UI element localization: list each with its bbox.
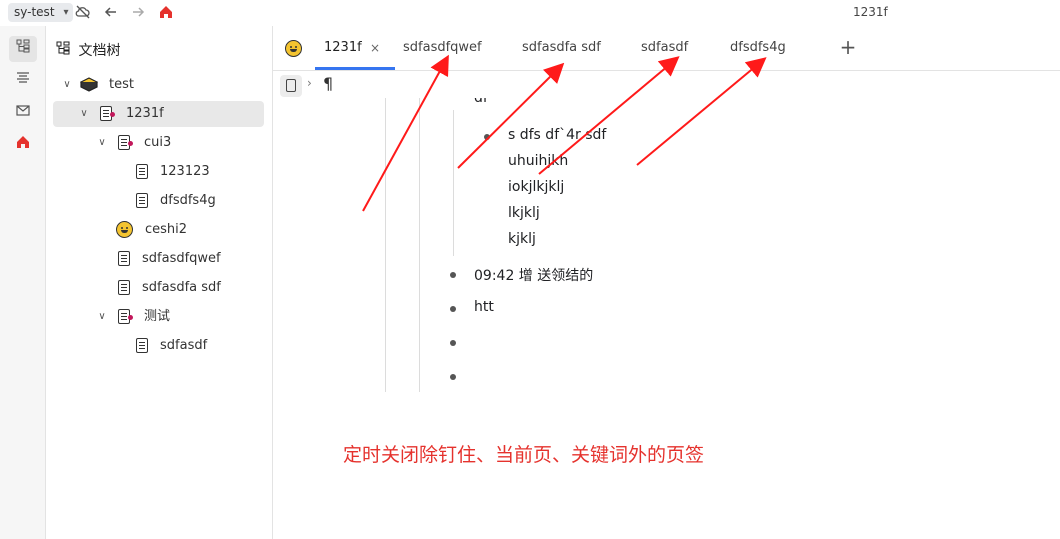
workspace-select[interactable]: sy-test ▾ (8, 3, 73, 22)
tree-item-doc[interactable]: ∨ cui3 (52, 130, 266, 156)
list-bullet[interactable] (450, 272, 456, 278)
tree-item-doc[interactable]: ceshi2 (52, 217, 266, 243)
tree-item-label: sdfasdfa sdf (142, 280, 221, 295)
document-icon (136, 338, 148, 353)
breadcrumb-separator: › (307, 76, 312, 90)
home-dock-icon[interactable] (9, 132, 37, 158)
list-bullet[interactable] (484, 134, 490, 140)
list-item-text[interactable]: htt (474, 299, 494, 315)
document-icon (118, 280, 130, 295)
document-icon (136, 193, 148, 208)
tree-item-label: sdfasdf (160, 338, 208, 353)
document-icon (118, 135, 133, 150)
chevron-down-icon[interactable]: ∨ (95, 304, 109, 330)
tree-item-doc[interactable]: sdfasdfqwef (52, 246, 266, 272)
document-icon (286, 79, 296, 92)
smiley-emoji-icon (285, 40, 302, 57)
tree-item-label: 1231f (126, 106, 164, 121)
home-icon[interactable] (157, 4, 175, 22)
tab-label: dfsdfs4g (730, 40, 786, 55)
tab-sdfasdfqwef[interactable]: sdfasdfqwef (403, 26, 482, 70)
list-item-text[interactable]: 09:42 增 送领结的 (474, 265, 593, 285)
tree-item-label: test (109, 77, 134, 92)
tab-label: sdfasdfqwef (403, 40, 482, 55)
tree-item-label: 123123 (160, 164, 210, 179)
list-guide-line (453, 110, 454, 256)
document-icon (118, 309, 133, 324)
tree-item-doc[interactable]: 123123 (52, 159, 266, 185)
file-tree-header: 文档树 (56, 40, 120, 60)
file-tree-panel: 文档树 ∨ test ∨ 1231f ∨ cui3 123123 dfsdfs4… (46, 26, 273, 539)
chevron-down-icon: ▾ (63, 7, 69, 18)
tree-item-label: 测试 (144, 309, 171, 324)
list-item-text[interactable]: kjklj (508, 231, 536, 247)
breadcrumb-block[interactable]: ¶ (323, 74, 333, 93)
close-icon[interactable]: × (370, 26, 380, 70)
tab-bar: 1231f × sdfasdfqwef sdfasdfa sdf sdfasdf… (273, 26, 1060, 71)
tree-item-doc-selected[interactable]: ∨ 1231f (53, 101, 264, 127)
tree-item-label: cui3 (144, 135, 172, 150)
notebook-icon (79, 76, 99, 92)
smiley-emoji-icon (116, 221, 133, 238)
tree-item-doc[interactable]: sdfasdf (52, 333, 266, 359)
forward-arrow-icon[interactable] (129, 4, 147, 22)
list-guide-line (385, 98, 386, 392)
inbox-dock-icon[interactable] (9, 100, 37, 126)
top-bar: sy-test ▾ 1231f (0, 0, 1060, 27)
list-bullet[interactable] (450, 306, 456, 312)
chevron-down-icon[interactable]: ∨ (77, 101, 91, 127)
tab-label: 1231f (324, 40, 362, 55)
tab-sdfasdfa-sdf[interactable]: sdfasdfa sdf (522, 26, 601, 70)
breadcrumb-doc-button[interactable] (280, 75, 302, 97)
editor-content[interactable]: df s dfs df`4r sdf uhuihjkh iokjlkjklj l… (273, 98, 1060, 539)
list-bullet[interactable] (450, 374, 456, 380)
tree-item-notebook[interactable]: ∨ test (52, 72, 266, 98)
tree-item-label: ceshi2 (145, 222, 188, 237)
file-tree-title: 文档树 (78, 43, 121, 59)
left-dock (0, 26, 46, 539)
cloud-off-icon[interactable] (74, 4, 92, 22)
document-icon (100, 106, 115, 121)
workspace-name: sy-test (14, 5, 55, 19)
tree-item-label: dfsdfs4g (160, 193, 216, 208)
list-bullet[interactable] (450, 340, 456, 346)
tree-item-label: sdfasdfqwef (142, 251, 221, 266)
chevron-down-icon[interactable]: ∨ (60, 72, 74, 98)
tree-item-doc[interactable]: ∨ 测试 (52, 304, 266, 330)
document-icon (118, 251, 130, 266)
list-item-text[interactable]: iokjlkjklj (508, 179, 564, 195)
back-arrow-icon[interactable] (102, 4, 120, 22)
outline-dock-icon[interactable] (9, 68, 37, 94)
add-tab-button[interactable]: + (837, 36, 859, 58)
list-item-text[interactable]: s dfs df`4r sdf (508, 127, 606, 143)
active-tab-indicator (315, 67, 395, 70)
tab-label: sdfasdf (641, 40, 689, 55)
list-item-text[interactable]: lkjklj (508, 205, 540, 221)
tab-label: sdfasdfa sdf (522, 40, 601, 55)
tab-sdfasdf[interactable]: sdfasdf (641, 26, 688, 70)
list-item-text[interactable]: df (474, 98, 488, 106)
file-tree-dock-icon[interactable] (9, 36, 37, 62)
tab-dfsdfs4g[interactable]: dfsdfs4g (730, 26, 786, 70)
file-tree-icon (56, 41, 74, 59)
document-icon (136, 164, 148, 179)
annotation-text: 定时关闭除钉住、当前页、关键词外的页签 (343, 444, 705, 466)
list-item-text[interactable]: uhuihjkh (508, 153, 568, 169)
tree-item-doc[interactable]: sdfasdfa sdf (52, 275, 266, 301)
window-title: 1231f (853, 5, 888, 19)
list-guide-line (419, 98, 420, 392)
tree-item-doc[interactable]: dfsdfs4g (52, 188, 266, 214)
chevron-down-icon[interactable]: ∨ (95, 130, 109, 156)
tab-1231f[interactable]: 1231f × (315, 26, 395, 70)
